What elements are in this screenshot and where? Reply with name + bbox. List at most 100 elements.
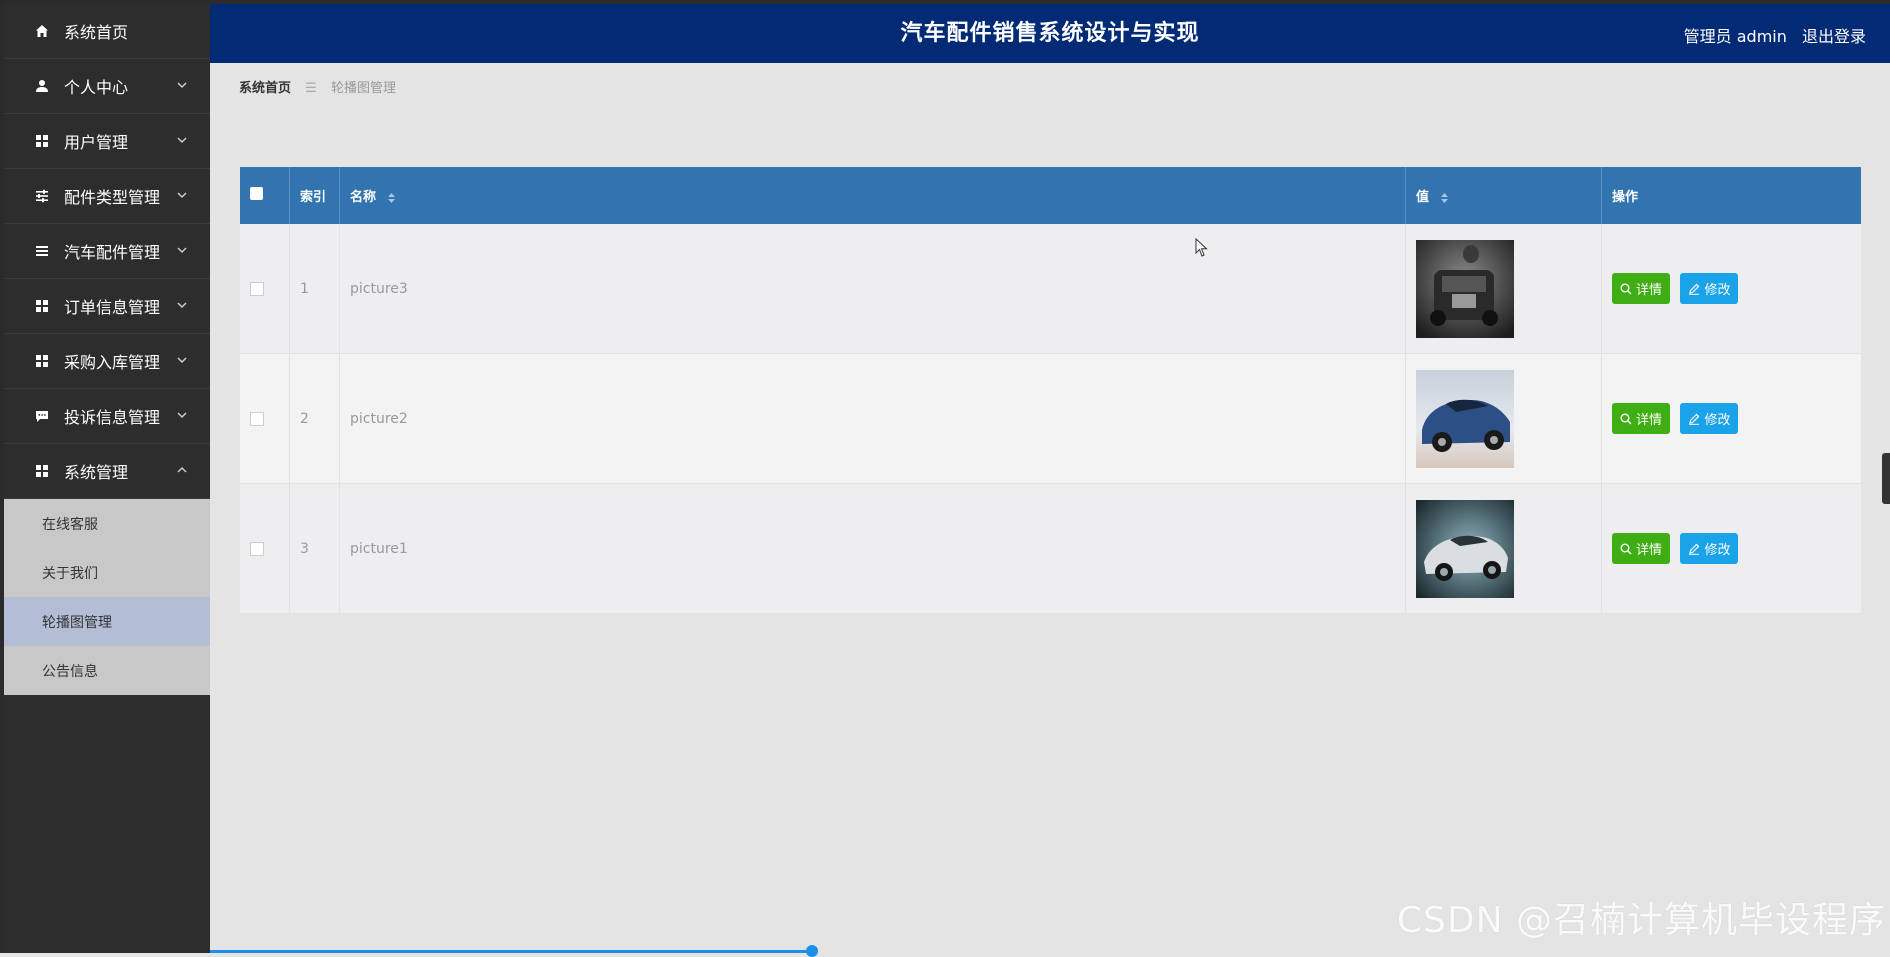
row-index: 2 [289,353,340,484]
row-select-cell [240,224,290,354]
table-row: 3 picture1 详情 修改 [240,483,1861,614]
table-header-row: 索引 名称 值 操作 [240,167,1861,224]
user-icon [34,78,50,94]
sidebar-item-system-management[interactable]: 系统管理 [4,444,210,499]
watermark: CSDN @召楠计算机毕设程序 [1396,900,1886,941]
edit-button[interactable]: 修改 [1680,273,1739,304]
chevron-down-icon [177,82,187,89]
chevron-up-icon [177,466,187,473]
row-actions: 详情 修改 [1601,353,1861,484]
grid-icon [34,298,50,314]
detail-button[interactable]: 详情 [1612,273,1671,304]
edit-button-label: 修改 [1704,283,1731,298]
row-actions: 详情 修改 [1601,483,1861,614]
search-icon [1620,283,1632,294]
detail-button[interactable]: 详情 [1612,403,1671,434]
mouse-cursor-icon [1195,238,1208,257]
edit-button[interactable]: 修改 [1680,403,1739,434]
row-checkbox[interactable] [250,281,264,296]
row-actions: 详情 修改 [1601,224,1861,354]
scrollbar-handle[interactable] [1882,453,1890,504]
select-all-checkbox[interactable] [250,187,263,200]
search-icon [1620,543,1632,554]
row-value-cell [1405,224,1602,354]
edit-icon [1689,283,1700,295]
breadcrumb-home[interactable]: 系统首页 [239,81,291,96]
sidebar-item-label: 用户管理 [64,133,129,152]
admin-user-label: 管理员 admin [1683,27,1787,46]
detail-button-label: 详情 [1636,543,1663,558]
chat-icon [34,408,50,424]
sidebar-item-label: 配件类型管理 [64,188,161,207]
user-area: 管理员 admin 退出登录 [1674,23,1866,47]
submenu-item-online-service[interactable]: 在线客服 [4,499,210,548]
edit-button-label: 修改 [1704,543,1731,558]
sidebar-item-part-type-management[interactable]: 配件类型管理 [4,169,210,224]
blue-car-photo[interactable] [1416,369,1514,468]
chevron-down-icon [177,192,187,199]
sidebar-item-label: 汽车配件管理 [64,243,161,262]
header-name[interactable]: 名称 [339,167,1406,224]
row-name: picture3 [339,224,1406,354]
grid-icon [34,463,50,479]
sidebar-item-label: 投诉信息管理 [64,408,161,427]
submenu-item-announcements[interactable]: 公告信息 [4,646,210,695]
list-icon [34,243,50,259]
row-checkbox[interactable] [250,541,264,556]
sidebar-item-label: 个人中心 [64,78,129,97]
row-index: 3 [289,483,340,614]
breadcrumb-current: 轮播图管理 [330,81,396,96]
sort-icon[interactable] [387,192,396,204]
sidebar-item-order-management[interactable]: 订单信息管理 [4,279,210,334]
row-index: 1 [289,224,340,354]
detail-button-label: 详情 [1636,413,1663,428]
row-checkbox[interactable] [250,411,264,426]
header-name-label: 名称 [350,190,377,205]
sliders-icon [34,188,50,204]
sidebar-item-label: 系统首页 [64,23,129,42]
sidebar-item-auto-parts-management[interactable]: 汽车配件管理 [4,224,210,279]
home-icon [34,23,50,39]
sidebar-item-user-management[interactable]: 用户管理 [4,114,210,169]
submenu-item-carousel-management[interactable]: 轮播图管理 [4,597,210,646]
sidebar-item-label: 系统管理 [64,463,129,482]
system-submenu: 在线客服 关于我们 轮播图管理 公告信息 [4,499,210,695]
sidebar-item-purchase-management[interactable]: 采购入库管理 [4,334,210,389]
table-row: 1 picture3 详情 修改 [240,224,1861,354]
breadcrumb-separator: ☰ [305,81,317,96]
dark-car-photo[interactable] [1416,239,1514,338]
silver-car-photo[interactable] [1416,499,1514,598]
row-name: picture2 [339,353,1406,484]
carousel-table: 索引 名称 值 操作 1 picture3 详情 修改 2 picture2 详… [240,167,1861,614]
breadcrumb: 系统首页 ☰ 轮播图管理 [239,77,396,96]
search-icon [1620,413,1632,424]
chevron-down-icon [177,302,187,309]
page-title: 汽车配件销售系统设计与实现 [900,21,1200,46]
edit-button[interactable]: 修改 [1680,533,1739,564]
chevron-down-icon [177,357,187,364]
sort-icon[interactable] [1440,192,1449,204]
sidebar-item-label: 采购入库管理 [64,353,161,372]
detail-button[interactable]: 详情 [1612,533,1671,564]
header-value[interactable]: 值 [1405,167,1602,224]
sidebar-item-home[interactable]: 系统首页 [4,4,210,59]
top-header: 汽车配件销售系统设计与实现 管理员 admin 退出登录 [210,4,1890,63]
grid-icon [34,133,50,149]
logout-button[interactable]: 退出登录 [1802,27,1866,46]
chevron-down-icon [177,412,187,419]
header-select-all-cell [240,167,290,224]
grid-icon [34,353,50,369]
submenu-item-about-us[interactable]: 关于我们 [4,548,210,597]
chevron-down-icon [177,247,187,254]
horizontal-scroll-thumb[interactable] [806,945,818,957]
row-value-cell [1405,353,1602,484]
row-select-cell [240,483,290,614]
table-row: 2 picture2 详情 修改 [240,353,1861,484]
header-index: 索引 [289,167,340,224]
sidebar-item-complaint-management[interactable]: 投诉信息管理 [4,389,210,444]
row-name: picture1 [339,483,1406,614]
edit-icon [1689,413,1700,425]
sidebar-item-personal-center[interactable]: 个人中心 [4,59,210,114]
chevron-down-icon [177,137,187,144]
sidebar: 系统首页 个人中心 用户管理 配件类型管理 汽车配件管理 订单信息管理 采购入库… [4,4,210,953]
